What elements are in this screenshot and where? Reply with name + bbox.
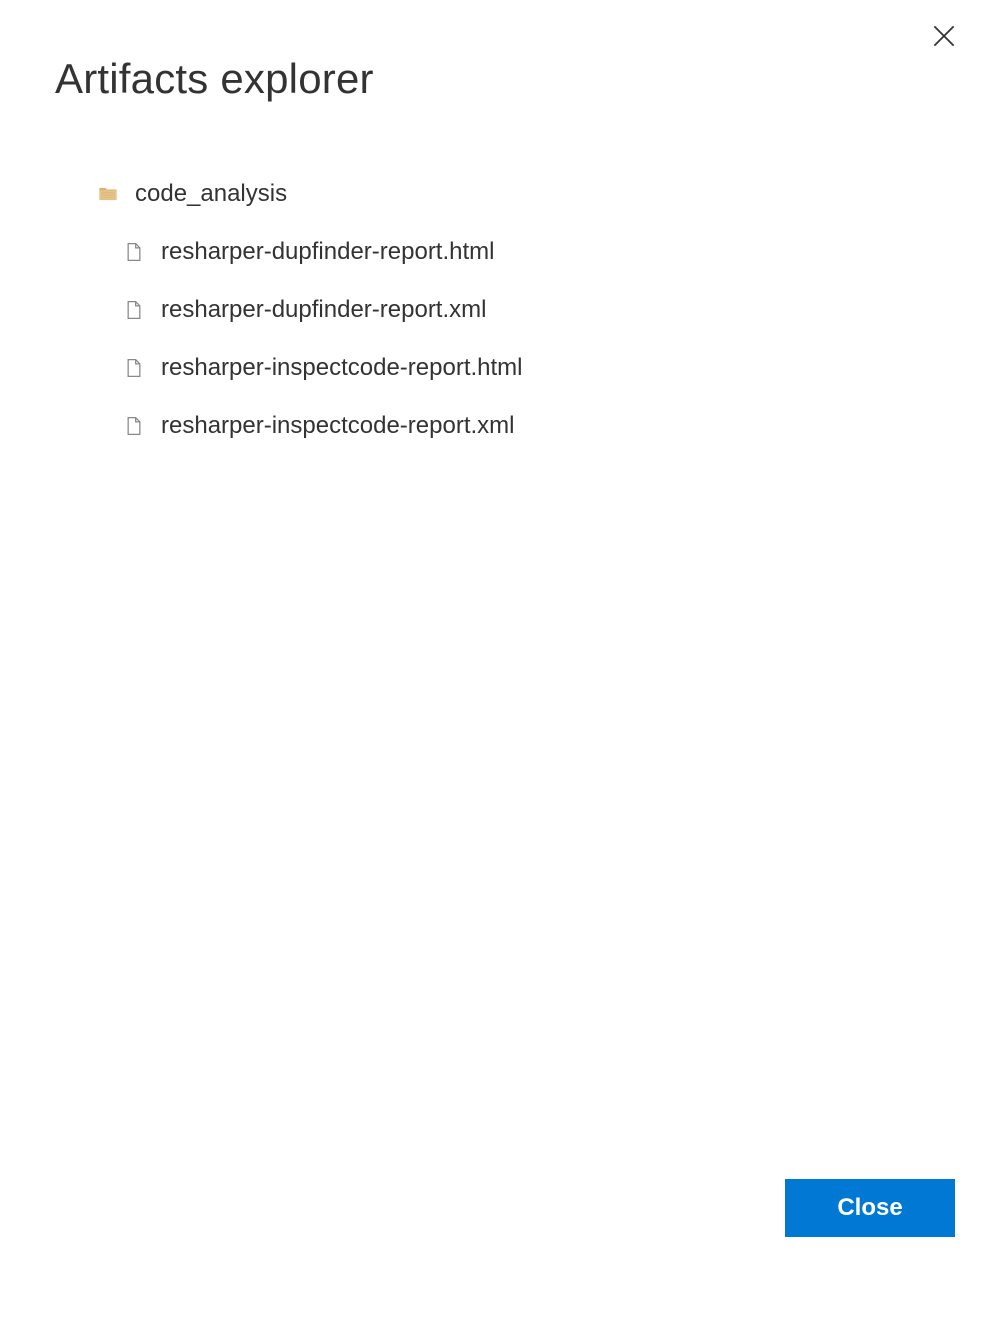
tree-file-label: resharper-dupfinder-report.html (161, 238, 494, 266)
tree-file-label: resharper-inspectcode-report.html (161, 354, 523, 382)
close-icon[interactable] (928, 20, 960, 52)
tree-file[interactable]: resharper-dupfinder-report.xml (95, 281, 523, 339)
artifact-tree: code_analysis resharper-dupfinder-report… (95, 165, 523, 455)
file-icon (121, 355, 147, 381)
tree-file-label: resharper-dupfinder-report.xml (161, 296, 486, 324)
tree-file-label: resharper-inspectcode-report.xml (161, 412, 514, 440)
tree-file[interactable]: resharper-dupfinder-report.html (95, 223, 523, 281)
file-icon (121, 297, 147, 323)
dialog-title: Artifacts explorer (55, 55, 374, 103)
tree-folder[interactable]: code_analysis (95, 165, 523, 223)
tree-folder-label: code_analysis (135, 180, 287, 208)
file-icon (121, 413, 147, 439)
tree-file[interactable]: resharper-inspectcode-report.html (95, 339, 523, 397)
file-icon (121, 239, 147, 265)
tree-file[interactable]: resharper-inspectcode-report.xml (95, 397, 523, 455)
close-button[interactable]: Close (785, 1179, 955, 1237)
folder-icon (95, 181, 121, 207)
